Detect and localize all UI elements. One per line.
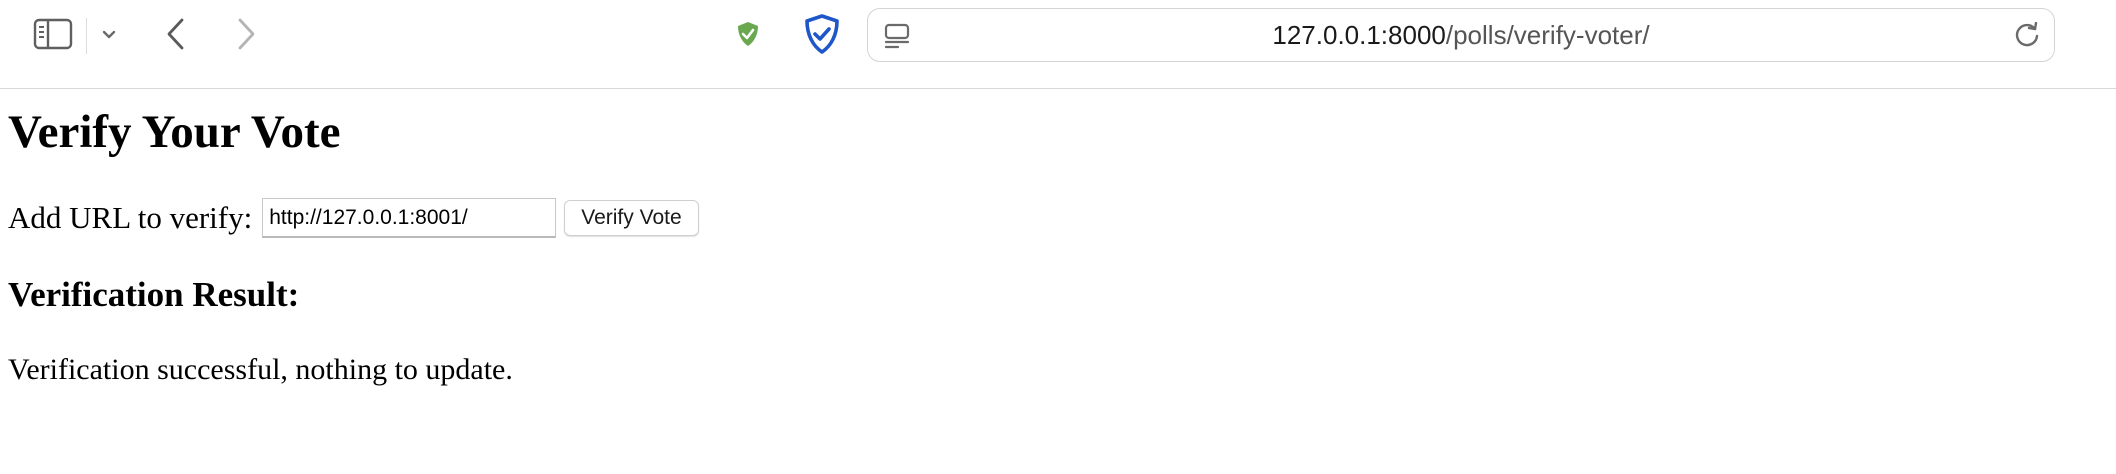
tab-group-menu-button[interactable] — [94, 22, 124, 52]
sidebar-icon — [33, 18, 73, 55]
reload-button[interactable] — [2012, 21, 2042, 51]
reload-icon — [2013, 20, 2041, 53]
toolbar-divider — [86, 18, 87, 54]
url-host: 127.0.0.1:8000 — [1272, 20, 1446, 50]
privacy-report-button[interactable] — [730, 18, 766, 54]
result-heading: Verification Result: — [8, 275, 300, 314]
result-message: Verification successful, nothing to upda… — [8, 353, 513, 386]
back-button[interactable] — [156, 14, 196, 58]
extension-shield-button[interactable] — [800, 13, 844, 60]
url-field-label: Add URL to verify: — [8, 200, 253, 235]
verify-vote-button[interactable]: Verify Vote — [564, 200, 699, 236]
page-title: Verify Your Vote — [8, 106, 341, 158]
chevron-left-icon — [164, 17, 188, 56]
page-menu-icon[interactable] — [882, 21, 912, 51]
chevron-down-icon — [101, 28, 117, 46]
url-text[interactable]: 127.0.0.1:8000/polls/verify-voter/ — [928, 9, 1994, 61]
browser-toolbar: 127.0.0.1:8000/polls/verify-voter/ — [0, 0, 2116, 89]
shield-check-icon — [802, 13, 842, 60]
verify-url-input[interactable] — [262, 198, 557, 238]
address-bar[interactable]: 127.0.0.1:8000/polls/verify-voter/ — [867, 8, 2055, 62]
url-path: /polls/verify-voter/ — [1445, 20, 1650, 50]
sidebar-toggle-button[interactable] — [28, 14, 78, 58]
forward-button[interactable] — [226, 14, 266, 58]
shield-check-icon — [735, 20, 761, 53]
chevron-right-icon — [234, 17, 258, 56]
verify-form: Add URL to verify: Verify Vote — [8, 196, 699, 240]
